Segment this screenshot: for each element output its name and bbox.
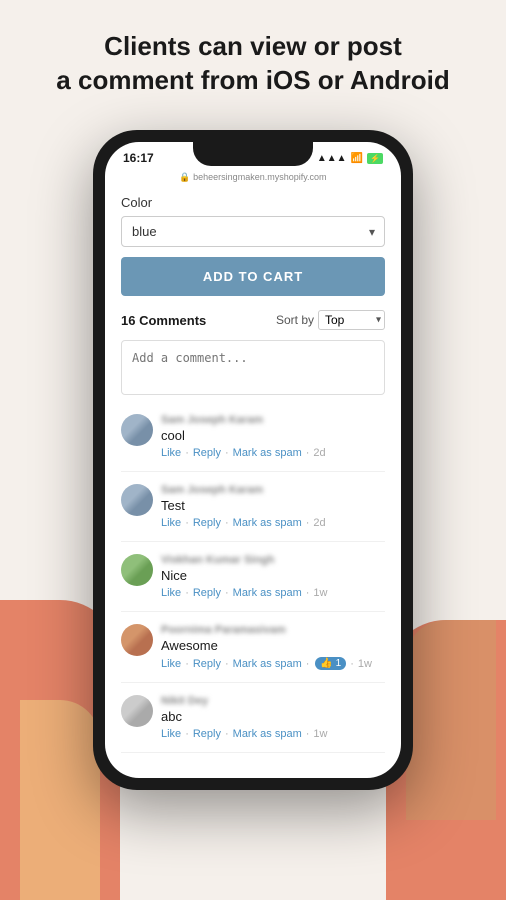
like-badge: 👍 1 [315,657,346,670]
avatar [121,554,153,586]
like-button[interactable]: Like [161,517,181,529]
commenter-name: Sam Joseph Karam [161,484,385,496]
add-to-cart-button[interactable]: ADD TO CART [121,257,385,296]
comment-text: Nice [161,568,385,583]
reply-button[interactable]: Reply [193,587,221,599]
comment-text: Test [161,498,385,513]
avatar [121,484,153,516]
color-select[interactable]: blue red green [121,216,385,247]
comment-body: Poornima Paramasivam Awesome Like · Repl… [161,624,385,670]
phone-screen: 16:17 ▲▲▲ 📶 ⚡ 🔒 beheersingmaken.myshopif… [105,142,401,778]
mark-spam-button[interactable]: Mark as spam [233,447,302,459]
comment-actions: Like · Reply · Mark as spam · 1w [161,587,385,599]
separator: · [306,728,310,740]
mark-spam-button[interactable]: Mark as spam [233,517,302,529]
sort-select[interactable]: Top Recent [318,310,385,330]
phone-frame: 16:17 ▲▲▲ 📶 ⚡ 🔒 beheersingmaken.myshopif… [93,130,413,790]
color-select-container[interactable]: blue red green ▾ [121,216,385,247]
comment-body: Viskhan Kumar Singh Nice Like · Reply · … [161,554,385,599]
comment-body: Sam Joseph Karam Test Like · Reply · Mar… [161,484,385,529]
comment-input[interactable] [121,340,385,395]
comment-item: Poornima Paramasivam Awesome Like · Repl… [121,624,385,683]
avatar [121,624,153,656]
header-subtitle: a comment from iOS or Android [56,65,449,95]
comments-count: 16 Comments [121,313,206,328]
header-text: Clients can view or post a comment from … [0,30,506,98]
reply-button[interactable]: Reply [193,658,221,670]
comments-list: Sam Joseph Karam cool Like · Reply · Mar… [121,414,385,753]
comment-time: 2d [313,447,325,459]
commenter-name: Sam Joseph Karam [161,414,385,426]
separator: · [306,447,310,459]
like-button[interactable]: Like [161,447,181,459]
bg-shape-left2 [20,700,100,900]
notch [193,142,313,166]
separator: · [185,658,189,670]
comments-header: 16 Comments Sort by Top Recent ▾ [121,310,385,330]
sort-by: Sort by Top Recent ▾ [276,310,385,330]
comment-actions: Like · Reply · Mark as spam · 2d [161,517,385,529]
like-button[interactable]: Like [161,587,181,599]
comment-text: cool [161,428,385,443]
commenter-name: Nikit Dey [161,695,385,707]
lock-icon: 🔒 [179,172,190,182]
comment-actions: Like · Reply · Mark as spam · 1w [161,728,385,740]
separator: · [225,728,229,740]
reply-button[interactable]: Reply [193,517,221,529]
separator: · [225,517,229,529]
reply-button[interactable]: Reply [193,447,221,459]
comment-body: Sam Joseph Karam cool Like · Reply · Mar… [161,414,385,459]
comment-actions: Like · Reply · Mark as spam · 2d [161,447,385,459]
like-button[interactable]: Like [161,658,181,670]
avatar [121,414,153,446]
separator: · [306,587,310,599]
comment-time: 2d [313,517,325,529]
wifi-icon: 📶 [351,153,363,164]
comment-item: Nikit Dey abc Like · Reply · Mark as spa… [121,695,385,753]
status-time: 16:17 [123,151,154,165]
mark-spam-button[interactable]: Mark as spam [233,658,302,670]
comment-text: Awesome [161,638,385,653]
comment-item: Sam Joseph Karam cool Like · Reply · Mar… [121,414,385,472]
separator: · [306,658,310,670]
sort-select-container[interactable]: Top Recent ▾ [318,310,385,330]
comment-item: Sam Joseph Karam Test Like · Reply · Mar… [121,484,385,542]
like-button[interactable]: Like [161,728,181,740]
battery-icon: ⚡ [367,153,383,164]
separator: · [350,658,354,670]
avatar [121,695,153,727]
commenter-name: Poornima Paramasivam [161,624,385,636]
separator: · [225,447,229,459]
separator: · [185,587,189,599]
comment-time: 1w [313,728,327,740]
mark-spam-button[interactable]: Mark as spam [233,728,302,740]
separator: · [185,447,189,459]
comment-item: Viskhan Kumar Singh Nice Like · Reply · … [121,554,385,612]
separator: · [306,517,310,529]
comment-body: Nikit Dey abc Like · Reply · Mark as spa… [161,695,385,740]
comment-time: 1w [358,658,372,670]
comment-time: 1w [313,587,327,599]
comment-text: abc [161,709,385,724]
separator: · [185,728,189,740]
url-bar: 🔒 beheersingmaken.myshopify.com [105,170,401,185]
separator: · [185,517,189,529]
reply-button[interactable]: Reply [193,728,221,740]
mark-spam-button[interactable]: Mark as spam [233,587,302,599]
color-label: Color [121,195,385,210]
separator: · [225,587,229,599]
sort-label: Sort by [276,313,314,327]
scroll-content[interactable]: Color blue red green ▾ ADD TO CART 16 Co… [105,185,401,766]
commenter-name: Viskhan Kumar Singh [161,554,385,566]
signal-icon: ▲▲▲ [317,153,347,164]
url-text: beheersingmaken.myshopify.com [193,172,326,182]
separator: · [225,658,229,670]
comment-actions: Like · Reply · Mark as spam · 👍 1 · 1w [161,657,385,670]
bg-shape-right2 [406,620,496,820]
status-icons: ▲▲▲ 📶 ⚡ [317,153,383,164]
header-title: Clients can view or post [104,31,402,61]
